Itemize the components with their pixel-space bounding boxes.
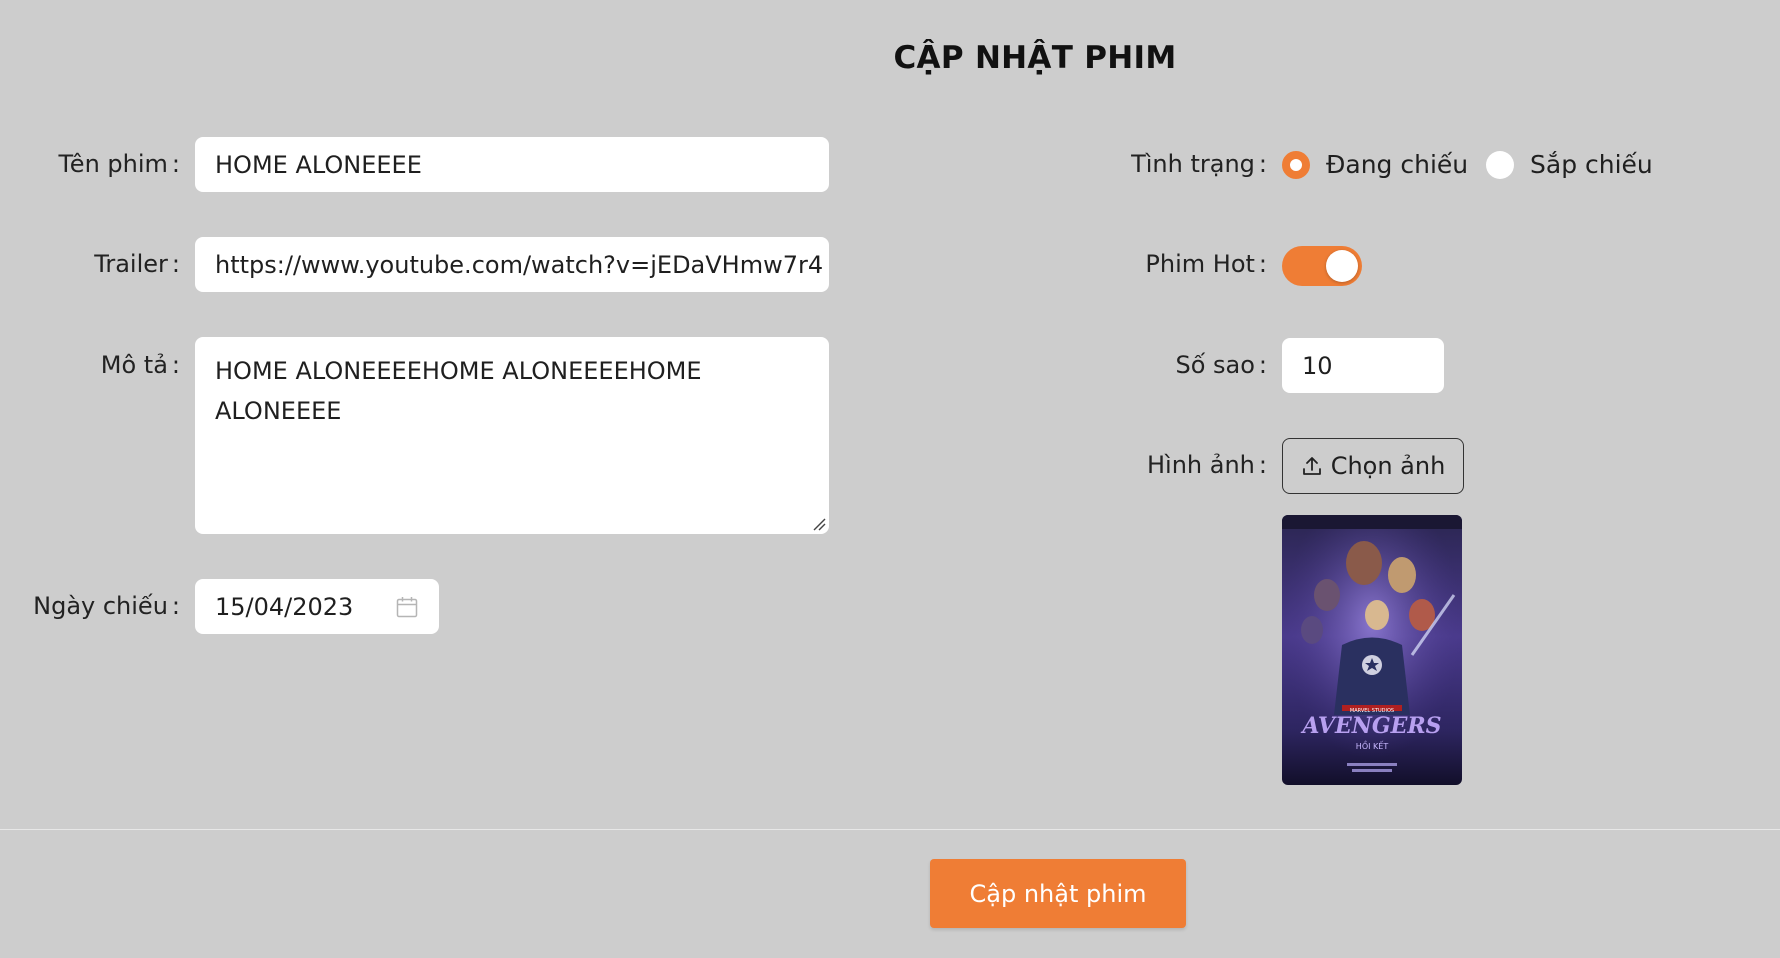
name-label-text: Tên phim: [58, 150, 168, 178]
hot-label: Phim Hot:: [1145, 250, 1267, 278]
name-input-value: HOME ALONEEEE: [215, 150, 422, 179]
hot-toggle[interactable]: [1282, 246, 1362, 286]
image-label-text: Hình ảnh: [1147, 451, 1255, 479]
hot-label-text: Phim Hot: [1145, 250, 1255, 278]
poster-preview: AVENGERS HỒI KẾT MARVEL STUDIOS: [1282, 515, 1462, 785]
poster-title: AVENGERS: [1300, 713, 1441, 739]
status-label-colon: :: [1258, 150, 1267, 178]
trailer-label-colon: :: [171, 250, 180, 278]
release-date-value: 15/04/2023: [215, 592, 354, 621]
radio-checked-icon[interactable]: [1282, 150, 1310, 179]
name-label: Tên phim:: [59, 150, 180, 178]
status-option-coming-soon-label: Sắp chiếu: [1530, 150, 1653, 179]
resize-grip-icon[interactable]: [812, 517, 826, 531]
trailer-input-value: https://www.youtube.com/watch?v=jEDaVHmw…: [215, 250, 824, 279]
trailer-label-text: Trailer: [94, 250, 168, 278]
release-date-label: Ngày chiếu:: [33, 592, 180, 620]
rating-label-colon: :: [1258, 351, 1267, 379]
poster-studio: MARVEL STUDIOS: [1350, 708, 1394, 714]
calendar-icon[interactable]: [395, 595, 419, 619]
status-option-now-showing[interactable]: Đang chiếu: [1282, 150, 1468, 179]
footer-divider: [0, 829, 1780, 830]
choose-image-label: Chọn ảnh: [1330, 452, 1446, 480]
rating-input-value: 10: [1302, 351, 1333, 380]
description-label-colon: :: [171, 351, 180, 379]
hot-label-colon: :: [1258, 250, 1267, 278]
name-label-colon: :: [171, 150, 180, 178]
poster-image: AVENGERS HỒI KẾT MARVEL STUDIOS: [1282, 515, 1462, 785]
release-date-label-text: Ngày chiếu: [33, 592, 168, 620]
name-input[interactable]: HOME ALONEEEE: [195, 137, 829, 192]
status-option-now-showing-label: Đang chiếu: [1326, 150, 1469, 179]
trailer-input[interactable]: https://www.youtube.com/watch?v=jEDaVHmw…: [195, 237, 829, 292]
choose-image-button[interactable]: Chọn ảnh: [1282, 438, 1464, 494]
rating-label-text: Số sao: [1175, 351, 1255, 379]
description-textarea-value: HOME ALONEEEEHOME ALONEEEEHOME ALONEEEE: [215, 357, 702, 425]
release-date-picker[interactable]: 15/04/2023: [195, 579, 439, 634]
description-label-text: Mô tả: [100, 351, 168, 379]
update-movie-button-label: Cập nhật phim: [969, 879, 1147, 908]
description-textarea[interactable]: HOME ALONEEEEHOME ALONEEEEHOME ALONEEEE: [195, 337, 829, 534]
radio-unchecked-icon[interactable]: [1486, 150, 1514, 179]
page-title: CẬP NHẬT PHIM: [893, 40, 1177, 76]
rating-input[interactable]: 10: [1282, 338, 1444, 393]
status-label-text: Tình trạng: [1131, 150, 1255, 178]
image-label-colon: :: [1258, 451, 1267, 479]
image-label: Hình ảnh:: [1147, 451, 1267, 479]
description-label: Mô tả:: [101, 351, 180, 379]
toggle-knob: [1326, 250, 1358, 282]
release-date-label-colon: :: [171, 592, 180, 620]
status-option-coming-soon[interactable]: Sắp chiếu: [1486, 150, 1653, 179]
upload-icon: [1302, 457, 1321, 475]
update-movie-page: CẬP NHẬT PHIM Tên phim: HOME ALONEEEE Tr…: [0, 0, 1780, 958]
status-label: Tình trạng:: [1131, 150, 1267, 178]
update-movie-button[interactable]: Cập nhật phim: [930, 859, 1186, 928]
rating-label: Số sao:: [1175, 351, 1267, 379]
trailer-label: Trailer:: [94, 250, 180, 278]
